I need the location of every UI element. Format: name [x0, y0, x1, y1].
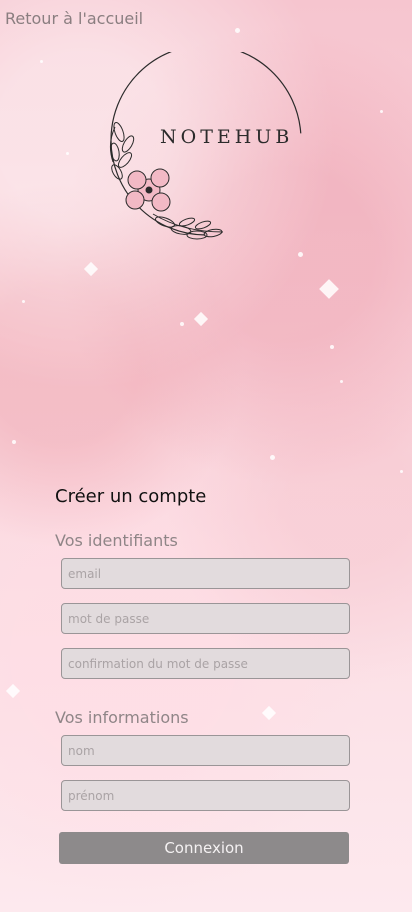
submit-button[interactable]: Connexion: [59, 832, 349, 864]
back-home-link[interactable]: Retour à l'accueil: [5, 9, 143, 28]
password-confirm-field[interactable]: [61, 648, 350, 679]
brand-name: NOTEHUB: [160, 126, 294, 148]
form-title: Créer un compte: [55, 486, 207, 507]
notehub-logo: [109, 52, 302, 240]
last-name-field[interactable]: [61, 735, 350, 766]
first-name-field[interactable]: [61, 780, 350, 811]
info-heading: Vos informations: [55, 708, 189, 727]
credentials-heading: Vos identifiants: [55, 531, 178, 550]
password-field[interactable]: [61, 603, 350, 634]
email-field[interactable]: [61, 558, 350, 589]
